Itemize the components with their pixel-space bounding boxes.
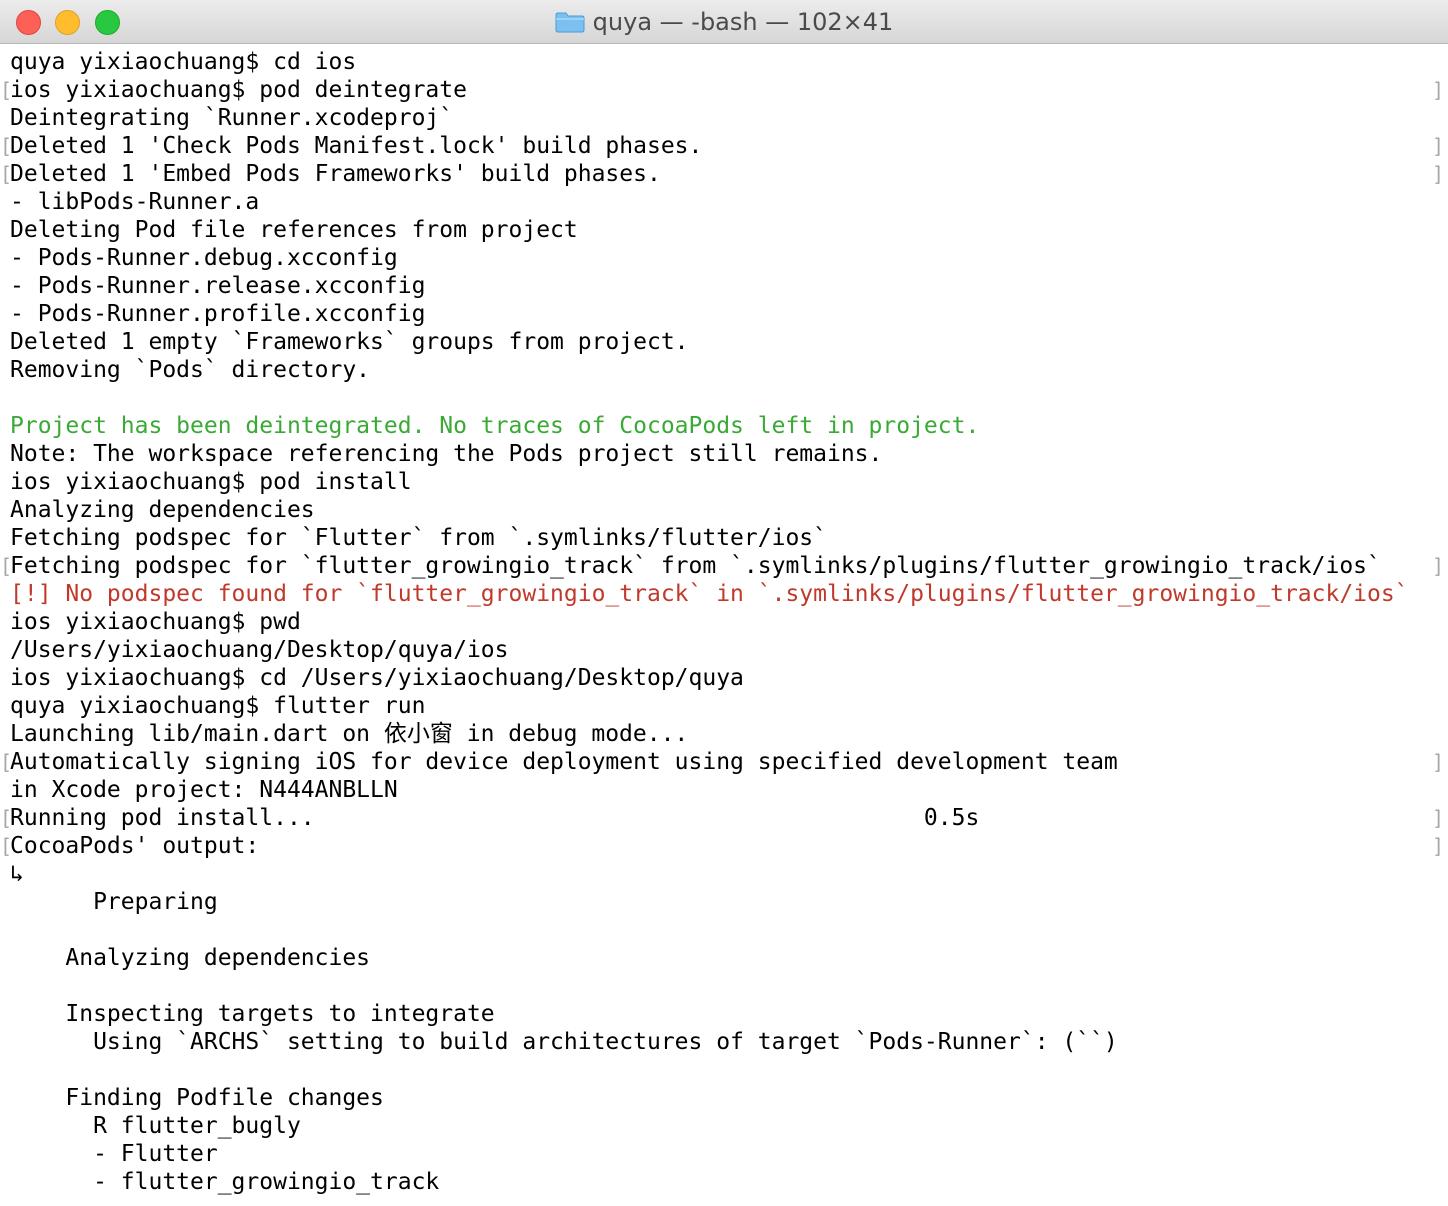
terminal-line-text: Deleting Pod file references from projec… [10,217,578,243]
line-mark-right: ] [1431,750,1444,774]
line-mark-right: ] [1431,806,1444,830]
terminal-line: ↳ [0,860,1448,888]
terminal-line: Using `ARCHS` setting to build architect… [0,1028,1448,1056]
terminal-line-text: Launching lib/main.dart on 依小窗 in debug … [10,721,689,747]
terminal-line-text: Analyzing dependencies [10,945,371,971]
terminal-line: [CocoaPods' output:] [0,832,1448,860]
line-mark-right: ] [1431,554,1444,578]
terminal-line: /Users/yixiaochuang/Desktop/quya/ios [0,636,1448,664]
terminal-line-text: Removing `Pods` directory. [10,357,371,383]
line-mark-right: ] [1431,162,1444,186]
terminal-line-text: - Pods-Runner.debug.xcconfig [10,245,398,271]
line-mark-left: [ [0,806,13,830]
terminal-line-text: Project has been deintegrated. No traces… [10,413,980,439]
title-bar[interactable]: quya — -bash — 102×41 [0,0,1448,44]
terminal-line-text: Inspecting targets to integrate [10,1001,495,1027]
terminal-line: Preparing [0,888,1448,916]
terminal-line-text: /Users/yixiaochuang/Desktop/quya/ios [10,637,509,663]
terminal-line-text: - flutter_growingio_track [10,1169,440,1195]
terminal-line: ios yixiaochuang$ cd /Users/yixiaochuang… [0,664,1448,692]
terminal-line: [Automatically signing iOS for device de… [0,748,1448,776]
terminal-line: R flutter_bugly [0,1112,1448,1140]
line-mark-right: ] [1431,78,1444,102]
terminal-line: Finding Podfile changes [0,1084,1448,1112]
terminal-line: in Xcode project: N444ANBLLN [0,776,1448,804]
terminal-line-text: ios yixiaochuang$ pod install [10,469,412,495]
terminal-line-text: CocoaPods' output: [10,833,260,859]
terminal-line: Deintegrating `Runner.xcodeproj` [0,104,1448,132]
terminal-line: ios yixiaochuang$ pod install [0,468,1448,496]
terminal-line: Fetching podspec for `Flutter` from `.sy… [0,524,1448,552]
folder-icon [555,11,585,33]
terminal-line-text: Finding Podfile changes [10,1085,384,1111]
terminal-line: Deleted 1 empty `Frameworks` groups from… [0,328,1448,356]
terminal-line: Analyzing dependencies [0,944,1448,972]
terminal-line: Removing `Pods` directory. [0,356,1448,384]
window-title-area: quya — -bash — 102×41 [0,0,1448,44]
terminal-line: - Flutter [0,1140,1448,1168]
terminal-line-text: ↳ [10,861,24,887]
terminal-line-text: - libPods-Runner.a [10,189,260,215]
terminal-line-text: Fetching podspec for `flutter_growingio_… [10,553,1381,579]
terminal-line: Project has been deintegrated. No traces… [0,412,1448,440]
line-mark-left: [ [0,750,13,774]
terminal-output[interactable]: quya yixiaochuang$ cd ios[ios yixiaochua… [0,48,1448,1206]
terminal-line-text: quya yixiaochuang$ cd ios [10,49,357,75]
terminal-line-text: - Pods-Runner.release.xcconfig [10,273,426,299]
terminal-line: - Pods-Runner.profile.xcconfig [0,300,1448,328]
terminal-line: - flutter_growingio_track [0,1168,1448,1196]
terminal-line-text: Running pod install... 0.5s [10,805,980,831]
terminal-line: - Pods-Runner.release.xcconfig [0,272,1448,300]
terminal-line: [Deleted 1 'Check Pods Manifest.lock' bu… [0,132,1448,160]
terminal-line: [Deleted 1 'Embed Pods Frameworks' build… [0,160,1448,188]
terminal-line-text: ios yixiaochuang$ pwd [10,609,301,635]
line-mark-right: ] [1431,834,1444,858]
terminal-line: quya yixiaochuang$ flutter run [0,692,1448,720]
terminal-line-text: in Xcode project: N444ANBLLN [10,777,398,803]
terminal-line-text: R flutter_bugly [10,1113,301,1139]
terminal-line: [Fetching podspec for `flutter_growingio… [0,552,1448,580]
terminal-line-text: - Pods-Runner.profile.xcconfig [10,301,426,327]
terminal-line-text: Deleted 1 'Embed Pods Frameworks' build … [10,161,661,187]
terminal-line-text: Analyzing dependencies [10,497,315,523]
terminal-line: - Pods-Runner.debug.xcconfig [0,244,1448,272]
terminal-line-text: quya yixiaochuang$ flutter run [10,693,426,719]
terminal-line-text: ios yixiaochuang$ cd /Users/yixiaochuang… [10,665,744,691]
line-mark-left: [ [0,554,13,578]
terminal-line-text: Note: The workspace referencing the Pods… [10,441,883,467]
window-title: quya — -bash — 102×41 [592,8,894,36]
line-mark-right: ] [1431,134,1444,158]
terminal-line-text: Deleted 1 empty `Frameworks` groups from… [10,329,689,355]
terminal-line: Note: The workspace referencing the Pods… [0,440,1448,468]
terminal-line-text: Deintegrating `Runner.xcodeproj` [10,105,454,131]
terminal-line: [!] No podspec found for `flutter_growin… [0,580,1448,608]
line-mark-left: [ [0,78,13,102]
terminal-window: quya — -bash — 102×41 quya yixiaochuang$… [0,0,1448,1206]
line-mark-left: [ [0,134,13,158]
terminal-line-text: Preparing [10,889,218,915]
terminal-line: Launching lib/main.dart on 依小窗 in debug … [0,720,1448,748]
terminal-line: [Running pod install... 0.5s] [0,804,1448,832]
terminal-line: [ios yixiaochuang$ pod deintegrate] [0,76,1448,104]
terminal-line: quya yixiaochuang$ cd ios [0,48,1448,76]
terminal-line-text: Using `ARCHS` setting to build architect… [10,1029,1118,1055]
line-mark-left: [ [0,834,13,858]
terminal-line-text: [!] No podspec found for `flutter_growin… [10,581,1409,607]
terminal-line-text: Deleted 1 'Check Pods Manifest.lock' bui… [10,133,703,159]
terminal-line: Analyzing dependencies [0,496,1448,524]
terminal-line-text: ios yixiaochuang$ pod deintegrate [10,77,467,103]
terminal-line-text: Fetching podspec for `Flutter` from `.sy… [10,525,827,551]
terminal-line: - libPods-Runner.a [0,188,1448,216]
terminal-line: ios yixiaochuang$ pwd [0,608,1448,636]
terminal-line-text: - Flutter [10,1141,218,1167]
terminal-line: Inspecting targets to integrate [0,1000,1448,1028]
terminal-line: Deleting Pod file references from projec… [0,216,1448,244]
terminal-line-text: Automatically signing iOS for device dep… [10,749,1118,775]
line-mark-left: [ [0,162,13,186]
